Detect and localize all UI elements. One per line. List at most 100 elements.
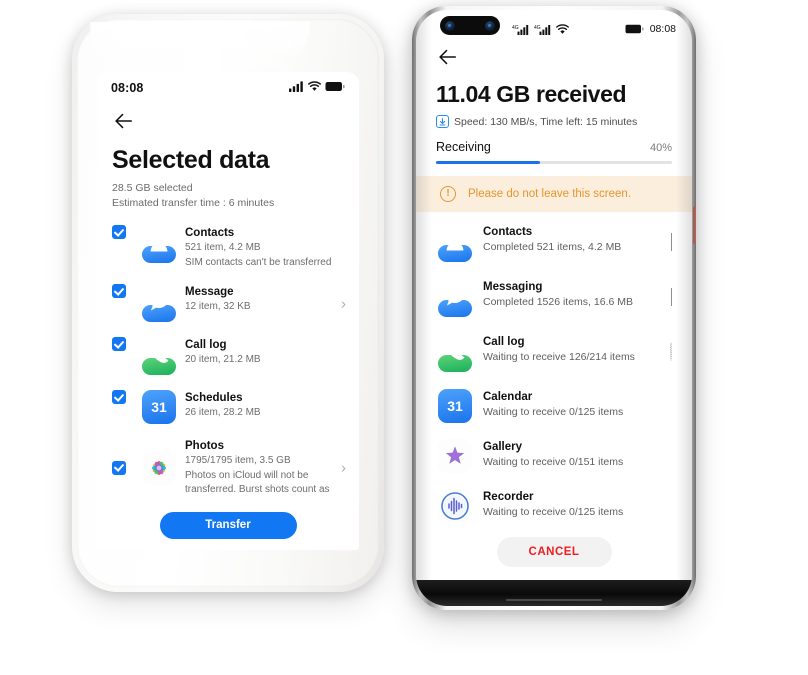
transfer-button-area: Transfer bbox=[97, 511, 359, 539]
status-time: 08:08 bbox=[649, 23, 676, 35]
list-item[interactable]: Messaging Completed 1526 items, 16.6 MB bbox=[416, 279, 692, 318]
left-phone-screen: 08:08 Selected data 28.5 GB selected Est… bbox=[97, 72, 359, 550]
item-name: Gallery bbox=[483, 440, 522, 453]
checkbox-wrap[interactable] bbox=[112, 390, 142, 404]
progress-bar-fill bbox=[436, 161, 540, 164]
left-status-bar: 08:08 bbox=[97, 72, 359, 102]
cancel-button[interactable]: CANCEL bbox=[496, 537, 612, 567]
item-note-line2: transferred. Burst shots count as bbox=[185, 484, 330, 495]
item-checkbox[interactable] bbox=[112, 284, 126, 298]
completed-check-icon bbox=[671, 232, 672, 251]
tab-receiving[interactable]: Receiving bbox=[436, 140, 491, 154]
phone-bottom-bezel bbox=[416, 580, 692, 606]
status-time: 08:08 bbox=[111, 81, 144, 95]
item-status-text: Waiting to receive 0/125 items bbox=[483, 405, 624, 418]
cellular-bars-icon bbox=[289, 81, 303, 92]
status-icons-group bbox=[289, 81, 345, 92]
list-item[interactable]: 31 Calendar Waiting to receive 0/125 ite… bbox=[416, 388, 692, 423]
list-item[interactable]: Call log 20 item, 21.2 MB bbox=[97, 337, 359, 376]
back-arrow-icon[interactable] bbox=[436, 46, 458, 68]
item-note-line1: Photos on iCloud will not be bbox=[185, 469, 309, 481]
item-checkbox[interactable] bbox=[112, 337, 126, 351]
battery-icon bbox=[325, 82, 345, 91]
power-button[interactable] bbox=[693, 206, 696, 244]
item-checkbox[interactable] bbox=[112, 460, 126, 475]
recorder-icon bbox=[438, 488, 472, 523]
item-checkbox[interactable] bbox=[112, 390, 126, 404]
item-name: Call log bbox=[185, 339, 227, 351]
camera-lens-icon bbox=[445, 20, 455, 31]
item-status-text: Waiting to receive 0/125 items bbox=[483, 505, 624, 518]
item-name: Recorder bbox=[483, 490, 534, 503]
item-status-text: Completed 521 items, 4.2 MB bbox=[483, 240, 622, 253]
checkbox-wrap[interactable] bbox=[112, 337, 142, 351]
chevron-right-icon[interactable]: › bbox=[341, 296, 346, 311]
checkbox-wrap[interactable] bbox=[112, 225, 142, 239]
right-phone-device: 4G 4G 08:08 11.04 GB received Speed: 130… bbox=[412, 6, 696, 610]
calendar-day-number: 31 bbox=[438, 388, 472, 423]
status-battery-group: 08:08 bbox=[625, 23, 676, 35]
left-phone-device: 08:08 Selected data 28.5 GB selected Est… bbox=[72, 14, 384, 592]
checkbox-wrap[interactable] bbox=[112, 460, 142, 475]
selected-size-label: 28.5 GB selected bbox=[112, 182, 193, 194]
item-name: Messaging bbox=[483, 280, 543, 293]
completed-check-icon bbox=[671, 287, 672, 306]
battery-icon bbox=[625, 24, 644, 34]
transfer-button[interactable]: Transfer bbox=[159, 511, 297, 539]
list-item[interactable]: Recorder Waiting to receive 0/125 items bbox=[416, 488, 692, 523]
warning-exclamation-icon: ! bbox=[440, 185, 456, 202]
download-icon bbox=[436, 115, 449, 128]
item-status-text: Completed 1526 items, 16.6 MB bbox=[483, 295, 633, 308]
list-item[interactable]: Photos 1795/1795 item, 3.5 GB Photos on … bbox=[97, 438, 359, 498]
right-phone-screen: 4G 4G 08:08 11.04 GB received Speed: 130… bbox=[416, 10, 692, 606]
item-status-text: Waiting to receive 126/214 items bbox=[483, 350, 635, 363]
item-name: Message bbox=[185, 286, 234, 298]
checkbox-wrap[interactable] bbox=[112, 284, 142, 298]
list-item[interactable]: Message 12 item, 32 KB › bbox=[97, 284, 359, 323]
list-item[interactable]: Contacts Completed 521 items, 4.2 MB bbox=[416, 224, 692, 263]
contacts-icon bbox=[142, 225, 176, 264]
receiving-tab-row: Receiving 40% bbox=[436, 140, 672, 154]
calendar-icon: 31 bbox=[438, 388, 472, 423]
list-item[interactable]: Contacts 521 item, 4.2 MB SIM contacts c… bbox=[97, 225, 359, 270]
warning-banner: ! Please do not leave this screen. bbox=[416, 175, 692, 212]
cellular-bars-icon: 4G bbox=[534, 24, 551, 35]
list-item[interactable]: 31 Schedules 26 item, 28.2 MB bbox=[97, 390, 359, 424]
item-name: Schedules bbox=[185, 392, 243, 404]
selected-data-list: Contacts 521 item, 4.2 MB SIM contacts c… bbox=[97, 225, 359, 498]
loading-spinner-icon bbox=[670, 341, 672, 361]
item-meta: 20 item, 21.2 MB bbox=[185, 354, 261, 365]
page-title: Selected data bbox=[112, 146, 270, 174]
screenshot-root: 08:08 Selected data 28.5 GB selected Est… bbox=[0, 0, 808, 675]
list-item[interactable]: Call log Waiting to receive 126/214 item… bbox=[416, 334, 692, 373]
estimated-time-label: Estimated transfer time : 6 minutes bbox=[112, 197, 275, 209]
front-camera-cutout-icon bbox=[440, 16, 500, 35]
speed-text: Speed: 130 MB/s, Time left: 15 minutes bbox=[454, 115, 638, 128]
right-status-bar: 4G 4G 08:08 bbox=[416, 10, 692, 40]
call-log-icon bbox=[438, 334, 472, 373]
item-meta: 26 item, 28.2 MB bbox=[185, 407, 261, 418]
cancel-button-area: CANCEL bbox=[416, 524, 692, 580]
item-status-text: Waiting to receive 0/151 items bbox=[483, 455, 624, 468]
calendar-icon: 31 bbox=[142, 390, 176, 424]
photos-icon bbox=[142, 450, 176, 485]
item-meta: 1795/1795 item, 3.5 GB bbox=[185, 455, 291, 466]
gallery-icon bbox=[438, 438, 472, 473]
received-amount-title: 11.04 GB received bbox=[436, 81, 627, 107]
chevron-right-icon[interactable]: › bbox=[341, 460, 346, 475]
contacts-icon bbox=[438, 224, 472, 263]
status-signal-group: 4G 4G bbox=[512, 23, 569, 35]
speed-info-row: Speed: 130 MB/s, Time left: 15 minutes bbox=[436, 115, 692, 128]
progress-bar bbox=[436, 161, 672, 164]
item-name: Calendar bbox=[483, 390, 533, 403]
warning-banner-text: Please do not leave this screen. bbox=[468, 187, 632, 200]
message-icon bbox=[142, 284, 176, 323]
item-meta: 521 item, 4.2 MB bbox=[185, 242, 261, 253]
cellular-bars-icon: 4G bbox=[512, 24, 529, 35]
camera-lens-icon bbox=[485, 20, 495, 31]
item-note: SIM contacts can't be transferred bbox=[185, 256, 332, 268]
back-arrow-icon[interactable] bbox=[112, 110, 134, 132]
list-item[interactable]: Gallery Waiting to receive 0/151 items bbox=[416, 438, 692, 473]
item-name: Contacts bbox=[483, 225, 533, 238]
item-checkbox[interactable] bbox=[112, 225, 126, 239]
